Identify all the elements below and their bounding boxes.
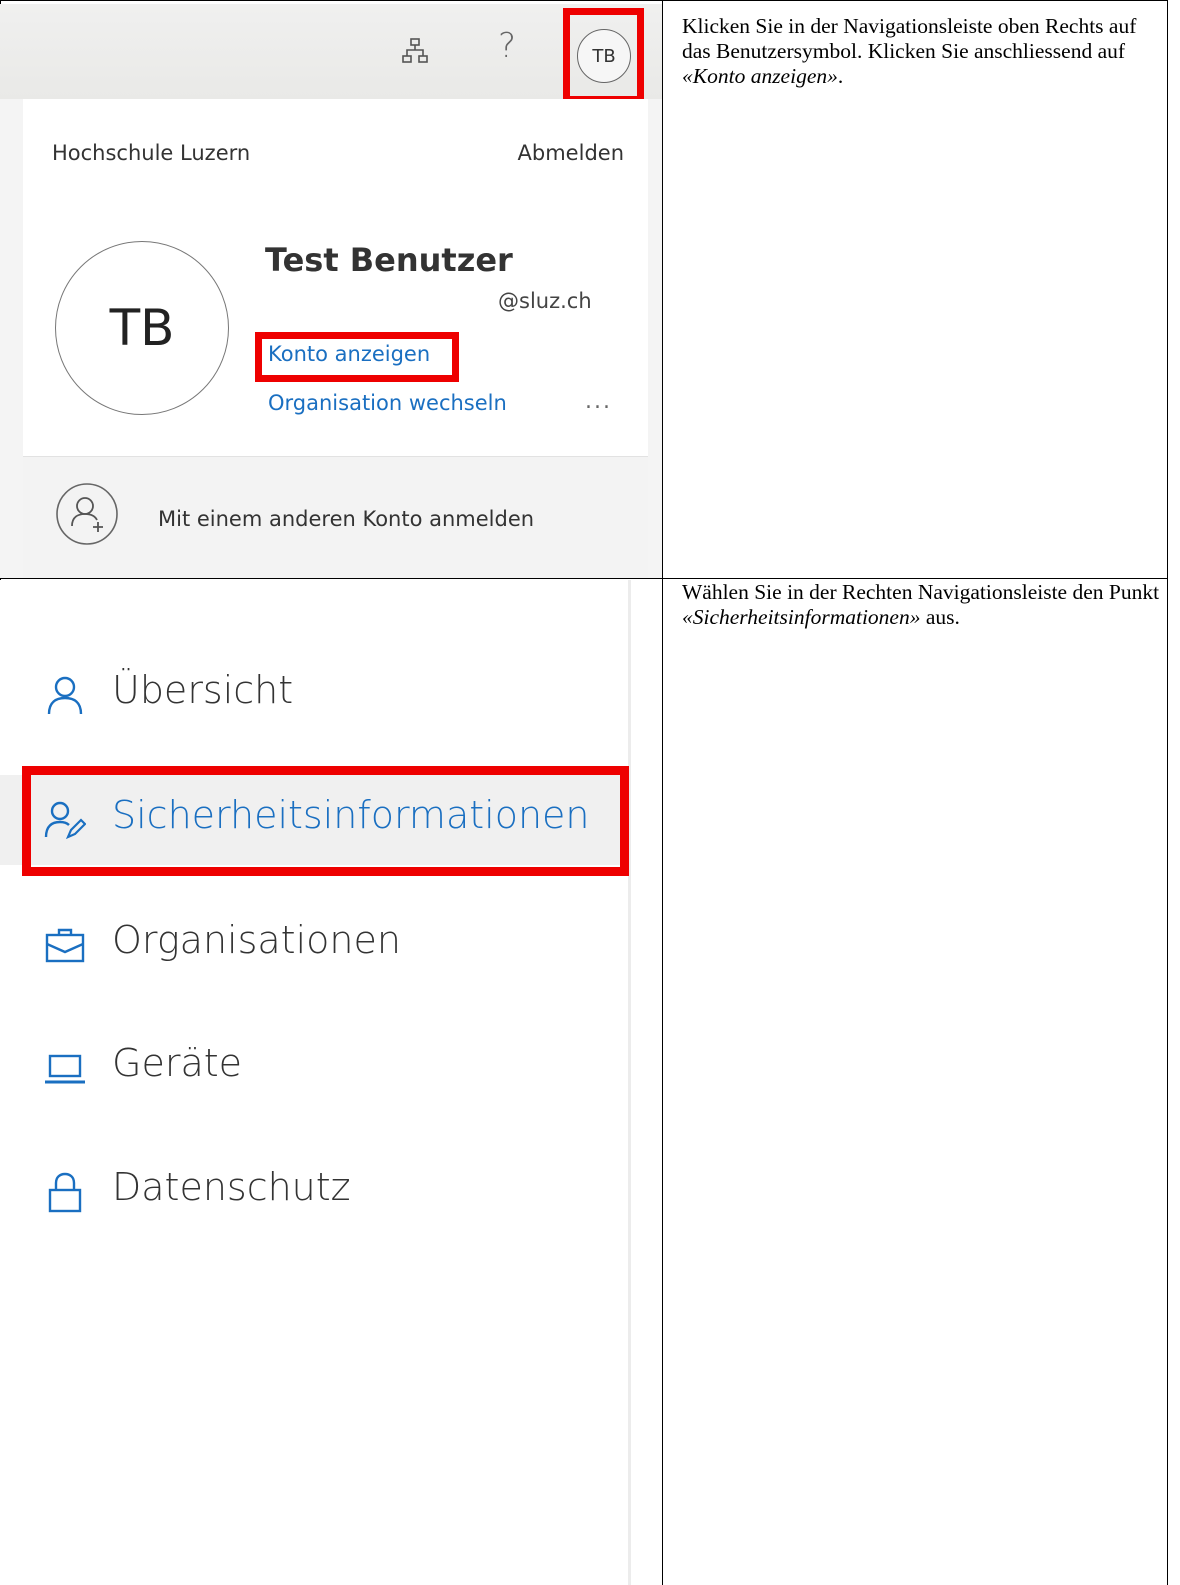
- user-email: @sluz.ch: [498, 289, 592, 313]
- sign-out-link[interactable]: Abmelden: [518, 141, 624, 165]
- add-user-icon: [56, 483, 118, 545]
- table-column-divider: [662, 0, 663, 1585]
- instruction-step-1: Klicken Sie in der Navigationsleiste obe…: [682, 14, 1137, 88]
- lock-icon: [48, 1172, 82, 1213]
- organization-name: Hochschule Luzern: [52, 141, 251, 165]
- instruction-emphasis: «Konto anzeigen»: [682, 64, 838, 88]
- switch-organization-link[interactable]: Organisation wechseln: [268, 391, 507, 415]
- instruction-step-2: Wählen Sie in der Rechten Navigationslei…: [682, 580, 1160, 629]
- sidebar-item-label: Geräte: [112, 1041, 243, 1085]
- account-menu-screenshot: ? TB Hochschule Luzern Abmelden TB Test …: [0, 4, 662, 578]
- sidebar-item-label: Übersicht: [112, 668, 294, 712]
- sidebar-item-privacy[interactable]: Datenschutz: [0, 1147, 628, 1237]
- sidebar-item-label: Datenschutz: [112, 1165, 351, 1209]
- table-border-right: [1167, 0, 1168, 1585]
- sidebar-navigation-screenshot: Übersicht Sicherheitsinformationen Organ…: [0, 580, 662, 1585]
- instruction-emphasis: «Sicherheitsinformationen»: [682, 605, 921, 629]
- sign-in-other-account[interactable]: Mit einem anderen Konto anmelden: [23, 456, 648, 578]
- avatar-large: TB: [55, 241, 229, 415]
- more-options-button[interactable]: ...: [585, 389, 612, 414]
- org-chart-icon[interactable]: [401, 37, 429, 65]
- user-name: Test Benutzer: [265, 241, 513, 279]
- sidebar-item-devices[interactable]: Geräte: [0, 1023, 628, 1113]
- highlight-box-security-info: [22, 766, 629, 876]
- sidebar-item-label: Organisationen: [112, 918, 401, 962]
- sidebar-divider: [628, 580, 631, 1585]
- sidebar-item-overview[interactable]: Übersicht: [0, 650, 628, 740]
- table-row-divider: [0, 578, 1168, 579]
- sign-in-other-account-label: Mit einem anderen Konto anmelden: [158, 507, 535, 531]
- help-icon[interactable]: ?: [498, 26, 516, 66]
- account-dropdown-panel: Hochschule Luzern Abmelden TB Test Benut…: [23, 99, 648, 456]
- table-border-top: [0, 0, 1168, 1]
- person-icon: [47, 676, 83, 715]
- highlight-box-avatar: [563, 8, 644, 103]
- sidebar-item-organizations[interactable]: Organisationen: [0, 900, 628, 990]
- laptop-icon: [45, 1054, 85, 1084]
- highlight-box-view-account: [255, 332, 459, 382]
- briefcase-icon: [45, 928, 85, 963]
